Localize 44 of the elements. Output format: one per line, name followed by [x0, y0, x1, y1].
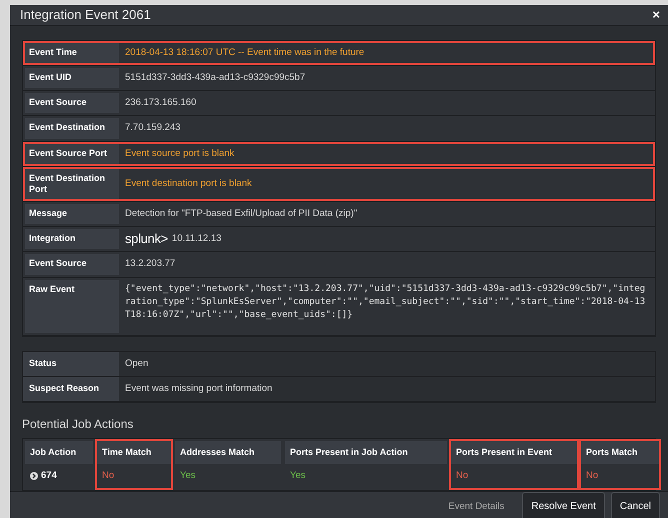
field-label: Event Source: [25, 93, 119, 114]
field-label: Event Time: [25, 42, 119, 63]
column-header: Addresses Match: [175, 441, 281, 464]
column-header: Ports Present in Job Action: [285, 441, 447, 464]
window-title: Integration Event 2061: [20, 6, 151, 24]
table-cell-text: No: [586, 469, 598, 483]
field-value: 236.173.165.160: [125, 96, 196, 110]
field-label: Event Destination Port: [25, 168, 119, 199]
event-details-link[interactable]: Event Details: [448, 500, 504, 514]
splunk-logo: splunk>: [125, 232, 168, 246]
close-button[interactable]: ×: [650, 5, 662, 24]
table-cell-text: No: [102, 469, 114, 483]
expand-icon[interactable]: [30, 472, 38, 480]
section-title: Potential Job Actions: [22, 416, 134, 433]
column-header: Ports Match: [581, 441, 659, 464]
field-label: Event Destination: [25, 118, 119, 138]
footer-button[interactable]: Resolve Event: [522, 492, 605, 518]
field-label: Event Source: [25, 254, 119, 274]
field-label: Message: [25, 204, 119, 224]
field-value: 10.11.12.13: [172, 232, 222, 246]
field-label: Raw Event: [25, 280, 119, 332]
field-label: Integration: [25, 229, 119, 250]
field-value: 5151d337-3dd3-439a-ad13-c9329c99c5b7: [125, 70, 306, 85]
table-cell-text: 674: [41, 469, 57, 483]
field-label: Event UID: [25, 68, 119, 88]
table-cell-text: Yes: [290, 469, 306, 483]
field-value: Event source port is blank: [125, 146, 234, 160]
field-label: Status: [23, 352, 119, 376]
table-cell-text: No: [456, 469, 468, 483]
field-value: Event destination port is blank: [125, 176, 252, 191]
field-label: Event Source Port: [25, 144, 119, 164]
column-header: Time Match: [97, 441, 171, 464]
field-value: Open: [124, 356, 150, 370]
field-label: Suspect Reason: [23, 376, 119, 401]
column-header: Ports Present in Event: [451, 441, 577, 464]
field-value: 2018-04-13 18:16:07 UTC -- Event time was in the future: [125, 46, 364, 60]
raw-event-code: {"event_type":"network","host":"13.2.203.77","uid":"5151d337-3dd3-439a-ad13-c9329c99c5b7","integration_type":"SplunkEsServer","computer":"","email_subject":"","sid":"","start_time":"2018-04-13T18:16:07Z","url":"","base_event_uids":[]}: [125, 282, 646, 322]
column-header: Job Action: [25, 441, 93, 464]
field-value: 7.70.159.243: [125, 121, 180, 136]
field-value: 13.2.203.77: [125, 257, 176, 272]
field-value: Detection for "FTP-based Exfil/Upload of PII Data (zip)": [125, 206, 358, 221]
table-cell-text: Yes: [180, 469, 196, 483]
field-value: Event was missing port information: [124, 382, 274, 396]
footer-button[interactable]: Cancel: [610, 492, 660, 518]
